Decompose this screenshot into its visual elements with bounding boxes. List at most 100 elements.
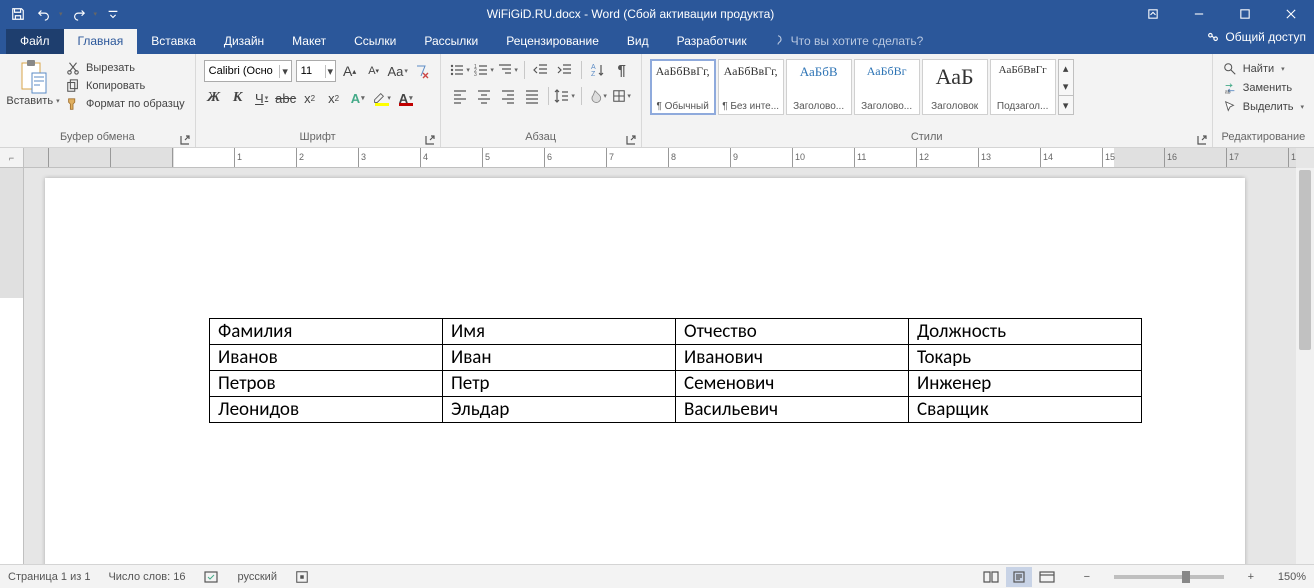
table-cell[interactable]: Петров bbox=[210, 371, 443, 397]
tab-insert[interactable]: Вставка bbox=[137, 29, 210, 54]
borders-icon[interactable]: ▾ bbox=[611, 86, 633, 106]
font-color-icon[interactable]: A▾ bbox=[396, 88, 416, 108]
replace-button[interactable]: abЗаменить bbox=[1221, 80, 1306, 96]
bullets-icon[interactable]: ▾ bbox=[449, 60, 471, 80]
table-header-cell[interactable]: Отчество bbox=[676, 319, 909, 345]
font-size-combo[interactable]: ▾ bbox=[296, 60, 336, 82]
tab-mail[interactable]: Рассылки bbox=[410, 29, 492, 54]
undo-icon[interactable] bbox=[32, 2, 56, 26]
shrink-font-icon[interactable]: A▾ bbox=[364, 61, 384, 81]
show-marks-icon[interactable]: ¶ bbox=[611, 60, 633, 80]
maximize-icon[interactable] bbox=[1222, 0, 1268, 28]
line-spacing-icon[interactable]: ▾ bbox=[554, 86, 576, 106]
save-icon[interactable] bbox=[6, 2, 30, 26]
table-cell[interactable]: Иван bbox=[443, 345, 676, 371]
styles-scroll[interactable]: ▴▾▾ bbox=[1058, 59, 1074, 115]
tab-view[interactable]: Вид bbox=[613, 29, 663, 54]
strike-icon[interactable]: abc bbox=[276, 88, 296, 108]
style-item[interactable]: АаБбВгЗаголово... bbox=[854, 59, 920, 115]
minimize-icon[interactable] bbox=[1176, 0, 1222, 28]
word-count[interactable]: Число слов: 16 bbox=[108, 571, 185, 583]
subscript-icon[interactable]: x2 bbox=[300, 88, 320, 108]
document-table[interactable]: ФамилияИмяОтчествоДолжность ИвановИванИва… bbox=[209, 318, 1142, 423]
table-cell[interactable]: Инженер bbox=[909, 371, 1142, 397]
style-item[interactable]: АаБбВвГгПодзагол... bbox=[990, 59, 1056, 115]
table-cell[interactable]: Петр bbox=[443, 371, 676, 397]
table-cell[interactable]: Леонидов bbox=[210, 397, 443, 423]
tab-design[interactable]: Дизайн bbox=[210, 29, 278, 54]
find-button[interactable]: Найти▾ bbox=[1221, 61, 1306, 77]
indent-icon[interactable] bbox=[554, 60, 576, 80]
align-left-icon[interactable] bbox=[449, 86, 471, 106]
outdent-icon[interactable] bbox=[530, 60, 552, 80]
print-layout-icon[interactable] bbox=[1006, 567, 1032, 587]
table-header-cell[interactable]: Имя bbox=[443, 319, 676, 345]
align-right-icon[interactable] bbox=[497, 86, 519, 106]
close-icon[interactable] bbox=[1268, 0, 1314, 28]
justify-icon[interactable] bbox=[521, 86, 543, 106]
sort-icon[interactable]: AZ bbox=[587, 60, 609, 80]
font-name-combo[interactable]: ▾ bbox=[204, 60, 292, 82]
shading-icon[interactable]: ▾ bbox=[587, 86, 609, 106]
table-cell[interactable]: Токарь bbox=[909, 345, 1142, 371]
style-item[interactable]: АаБбВЗаголово... bbox=[786, 59, 852, 115]
redo-icon[interactable] bbox=[67, 2, 91, 26]
web-layout-icon[interactable] bbox=[1034, 567, 1060, 587]
read-mode-icon[interactable] bbox=[978, 567, 1004, 587]
tell-me[interactable]: Что вы хотите сделать? bbox=[761, 34, 934, 54]
grow-font-icon[interactable]: A▴ bbox=[340, 61, 360, 81]
page-indicator[interactable]: Страница 1 из 1 bbox=[8, 571, 90, 583]
table-header-cell[interactable]: Фамилия bbox=[210, 319, 443, 345]
page[interactable]: ФамилияИмяОтчествоДолжность ИвановИванИва… bbox=[45, 178, 1245, 564]
underline-icon[interactable]: Ч▾ bbox=[252, 88, 272, 108]
tab-file[interactable]: Файл bbox=[6, 29, 64, 54]
horizontal-ruler[interactable]: 12345678910111213141516171819 bbox=[24, 148, 1296, 168]
tab-home[interactable]: Главная bbox=[64, 29, 138, 54]
launcher-icon[interactable] bbox=[179, 134, 191, 146]
highlight-icon[interactable]: ▾ bbox=[372, 88, 392, 108]
table-cell[interactable]: Сварщик bbox=[909, 397, 1142, 423]
tab-layout[interactable]: Макет bbox=[278, 29, 340, 54]
table-cell[interactable]: Эльдар bbox=[443, 397, 676, 423]
share-button[interactable]: Общий доступ bbox=[1206, 30, 1306, 44]
text-effects-icon[interactable]: A▾ bbox=[348, 88, 368, 108]
copy-button[interactable]: Копировать bbox=[64, 78, 187, 94]
format-painter-button[interactable]: Формат по образцу bbox=[64, 96, 187, 112]
change-case-icon[interactable]: Aa▾ bbox=[388, 61, 408, 81]
zoom-out-icon[interactable]: − bbox=[1078, 571, 1096, 583]
table-cell[interactable]: Иванов bbox=[210, 345, 443, 371]
select-button[interactable]: Выделить▾ bbox=[1221, 99, 1306, 115]
style-item[interactable]: АаБЗаголовок bbox=[922, 59, 988, 115]
numbering-icon[interactable]: 123▾ bbox=[473, 60, 495, 80]
zoom-slider[interactable] bbox=[1114, 575, 1224, 579]
zoom-in-icon[interactable]: + bbox=[1242, 571, 1260, 583]
launcher-icon[interactable] bbox=[1196, 134, 1208, 146]
style-item[interactable]: АаБбВвГг,¶ Обычный bbox=[650, 59, 716, 115]
ribbon-options-icon[interactable] bbox=[1130, 0, 1176, 28]
table-cell[interactable]: Семенович bbox=[676, 371, 909, 397]
italic-icon[interactable]: К bbox=[228, 88, 248, 108]
proofing-icon[interactable] bbox=[204, 570, 220, 584]
tab-review[interactable]: Рецензирование bbox=[492, 29, 613, 54]
table-cell[interactable]: Иванович bbox=[676, 345, 909, 371]
superscript-icon[interactable]: x2 bbox=[324, 88, 344, 108]
multilevel-icon[interactable]: ▾ bbox=[497, 60, 519, 80]
tab-refs[interactable]: Ссылки bbox=[340, 29, 410, 54]
align-center-icon[interactable] bbox=[473, 86, 495, 106]
zoom-level[interactable]: 150% bbox=[1278, 571, 1306, 583]
language-indicator[interactable]: русский bbox=[238, 571, 277, 583]
bold-icon[interactable]: Ж bbox=[204, 88, 224, 108]
macro-icon[interactable] bbox=[295, 570, 309, 584]
launcher-icon[interactable] bbox=[625, 134, 637, 146]
qat-customize-icon[interactable] bbox=[101, 2, 125, 26]
tab-dev[interactable]: Разработчик bbox=[663, 29, 761, 54]
table-header-cell[interactable]: Должность bbox=[909, 319, 1142, 345]
vertical-ruler[interactable] bbox=[0, 168, 24, 564]
paste-button[interactable]: Вставить▾ bbox=[8, 57, 58, 129]
vertical-scrollbar[interactable] bbox=[1296, 168, 1314, 564]
style-item[interactable]: АаБбВвГг,¶ Без инте... bbox=[718, 59, 784, 115]
table-cell[interactable]: Васильевич bbox=[676, 397, 909, 423]
clear-format-icon[interactable] bbox=[412, 61, 432, 81]
launcher-icon[interactable] bbox=[424, 134, 436, 146]
cut-button[interactable]: Вырезать bbox=[64, 60, 187, 76]
